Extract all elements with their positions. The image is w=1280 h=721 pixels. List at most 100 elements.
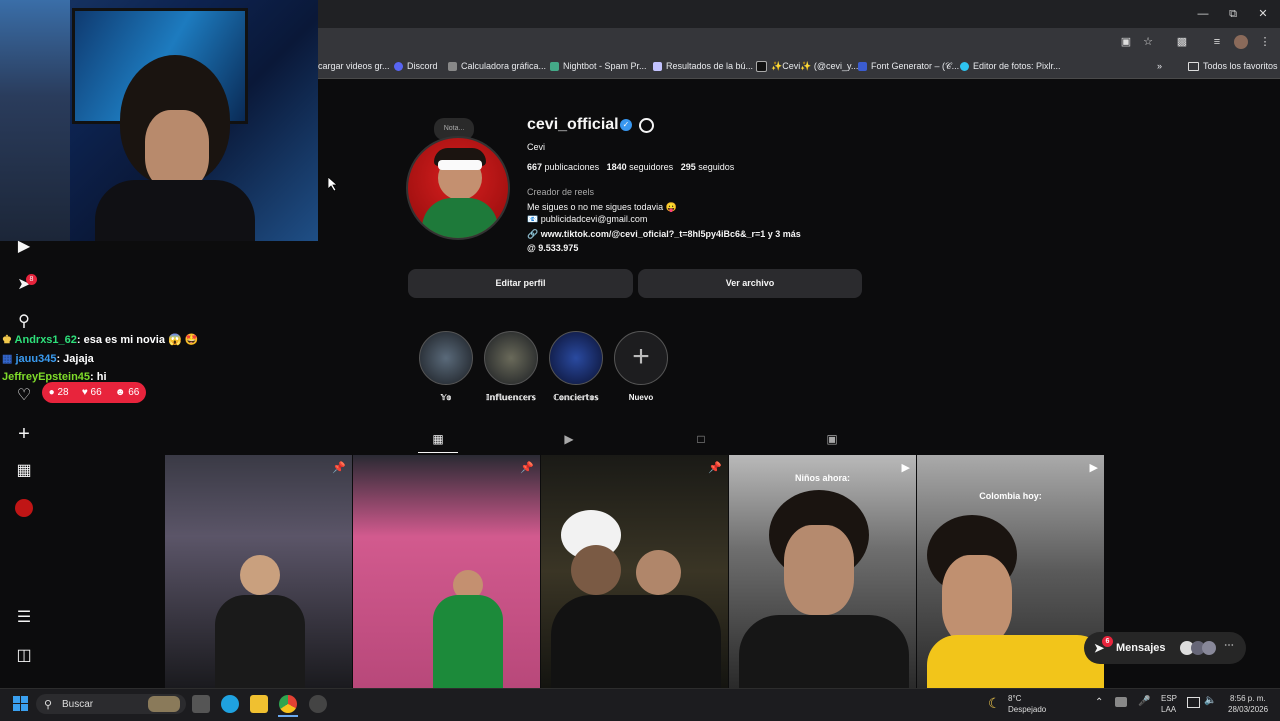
sub-badge-icon: ▦: [2, 353, 13, 365]
highlight-yo[interactable]: [419, 331, 473, 385]
obs-icon[interactable]: [309, 695, 327, 713]
reels-tab-icon[interactable]: ▶: [562, 432, 576, 446]
profile-avatar-icon[interactable]: [1234, 35, 1248, 49]
pinned-icon: 📌: [520, 462, 534, 474]
webcam-background: [0, 0, 70, 241]
extensions-icon[interactable]: ▩: [1175, 35, 1189, 49]
avatar: [1202, 641, 1216, 655]
more-icon: ⋯: [1224, 640, 1234, 651]
tray-chevron-icon[interactable]: ⌃: [1095, 697, 1103, 708]
windows-start-icon[interactable]: [13, 696, 29, 712]
star-icon[interactable]: ☆: [1141, 35, 1155, 49]
results-icon: [653, 61, 662, 71]
reel-icon: ▶: [1089, 462, 1098, 474]
profile-category: Creador de reels: [527, 187, 595, 197]
profile-avatar-icon[interactable]: [15, 499, 33, 517]
chat-username: jauu345: [15, 353, 57, 365]
bio-line: Me sigues o no me sigues todavia 😛: [527, 202, 677, 212]
tagged-icon[interactable]: ▣: [825, 432, 839, 446]
messages-badge: 6: [1102, 636, 1113, 647]
dashboard-icon[interactable]: ▦: [14, 461, 34, 481]
post-thumbnail[interactable]: Colombia hoy: ▶: [917, 455, 1104, 688]
chat-username: Andrxs1_62: [14, 334, 77, 346]
following-label[interactable]: seguidos: [698, 162, 734, 172]
more-menu-icon[interactable]: ☰: [14, 608, 34, 628]
taskbar-search-label: Buscar: [62, 699, 94, 710]
also-from-meta-icon[interactable]: ◫: [14, 646, 34, 666]
close-icon[interactable]: ✕: [1256, 7, 1270, 21]
tiktok-icon: [756, 61, 767, 72]
pinned-icon: 📌: [332, 462, 346, 474]
profile-stats: 667 publicaciones 1840 seguidores 295 se…: [527, 162, 734, 172]
more-menu-icon[interactable]: ⋮: [1258, 35, 1272, 49]
bookmark-item[interactable]: Font Generator – (𝒞...: [858, 61, 959, 72]
clock-time[interactable]: 8:56 p. m.: [1230, 694, 1266, 703]
post-thumbnail[interactable]: Niños ahora: ▶: [729, 455, 916, 688]
input-layout[interactable]: LAA: [1161, 705, 1176, 714]
crown-badge-icon: ♚: [2, 334, 12, 346]
chat-text: : Jajaja: [56, 353, 94, 365]
bookmark-item[interactable]: Calculadora gráfica...: [448, 61, 546, 71]
notifications-heart-icon[interactable]: ♡: [14, 386, 34, 406]
chrome-icon[interactable]: [279, 695, 297, 713]
edit-profile-button[interactable]: Editar perfil: [408, 269, 633, 298]
folder-icon: [1188, 61, 1199, 71]
edge-icon[interactable]: [221, 695, 239, 713]
chat-message: ▦ jauu345: Jajaja: [2, 352, 94, 365]
link-icon: 🔗: [527, 229, 541, 239]
posts-label: publicaciones: [544, 162, 600, 172]
bookmark-item[interactable]: Editor de fotos: Pixlr...: [960, 61, 1061, 71]
minimize-icon[interactable]: —: [1196, 7, 1210, 21]
posts-grid-icon[interactable]: ▦: [431, 432, 445, 446]
network-icon[interactable]: [1187, 697, 1200, 708]
create-plus-icon[interactable]: +: [14, 424, 34, 444]
post-thumbnail[interactable]: 📌: [353, 455, 540, 688]
task-view-icon[interactable]: [192, 695, 210, 713]
bio-link[interactable]: 🔗 www.tiktok.com/@cevi_oficial?_t=8hI5py…: [527, 229, 801, 240]
profile-avatar[interactable]: [406, 136, 510, 240]
taskbar-search[interactable]: ⚲ Buscar: [36, 694, 186, 714]
bookmark-item[interactable]: Discord: [394, 61, 438, 71]
likes-stat: ♥ 66: [81, 387, 102, 398]
all-favorites-folder[interactable]: Todos los favoritos: [1188, 61, 1278, 71]
weather-moon-icon: ☾: [988, 695, 1001, 711]
messages-bar[interactable]: ➤ 6 Mensajes ⋯: [1084, 632, 1246, 664]
bookmark-item[interactable]: cargar videos gr...: [318, 61, 390, 71]
stream-stats: ● 28 ♥ 66 ☻ 66: [42, 382, 146, 403]
bookmark-item[interactable]: Resultados de la bú...: [653, 61, 753, 71]
file-explorer-icon[interactable]: [250, 695, 268, 713]
reels-icon[interactable]: ▶: [14, 237, 34, 257]
new-highlight-plus-icon[interactable]: +: [614, 331, 668, 385]
bio-email: 📧 publicidadcevi@gmail.com: [527, 214, 648, 224]
search-icon[interactable]: ⚲: [14, 312, 34, 332]
media-control-icon[interactable]: ≡: [1210, 35, 1224, 49]
microphone-icon[interactable]: 🎤: [1138, 696, 1150, 707]
weather-desc: Despejado: [1008, 705, 1047, 714]
font-generator-icon: [858, 62, 867, 71]
highlight-conciertos[interactable]: [549, 331, 603, 385]
active-app-indicator: [278, 715, 298, 717]
tray-app-icon[interactable]: [1115, 697, 1127, 707]
post-thumbnail[interactable]: 📌: [541, 455, 728, 688]
highlight-influencers[interactable]: [484, 331, 538, 385]
clock-date[interactable]: 28/03/2026: [1228, 705, 1268, 714]
volume-icon[interactable]: 🔈: [1204, 695, 1216, 706]
followers-label[interactable]: seguidores: [629, 162, 673, 172]
messages-label: Mensajes: [1116, 642, 1166, 654]
bookmark-item[interactable]: ✨Cevi✨ (@cevi_y...: [756, 61, 858, 72]
bookmark-item[interactable]: Nightbot - Spam Pr...: [550, 61, 647, 71]
saved-bookmark-icon[interactable]: □: [694, 432, 708, 446]
view-archive-button[interactable]: Ver archivo: [638, 269, 862, 298]
chat-message: ♚ Andrxs1_62: esa es mi novia 😱 🤩: [2, 333, 198, 346]
more-bookmarks-icon[interactable]: »: [1157, 61, 1162, 71]
threads-link[interactable]: @ 9.533.975: [527, 243, 578, 253]
followers-count[interactable]: 1840: [607, 162, 627, 172]
settings-gear-icon[interactable]: [639, 118, 654, 133]
install-app-icon[interactable]: ▣: [1119, 35, 1133, 49]
threads-icon: @: [527, 243, 539, 253]
restore-icon[interactable]: ⧉: [1226, 7, 1240, 21]
post-thumbnail[interactable]: 📌: [165, 455, 352, 688]
following-count[interactable]: 295: [681, 162, 696, 172]
input-language[interactable]: ESP: [1161, 694, 1177, 703]
posts-count: 667: [527, 162, 543, 172]
